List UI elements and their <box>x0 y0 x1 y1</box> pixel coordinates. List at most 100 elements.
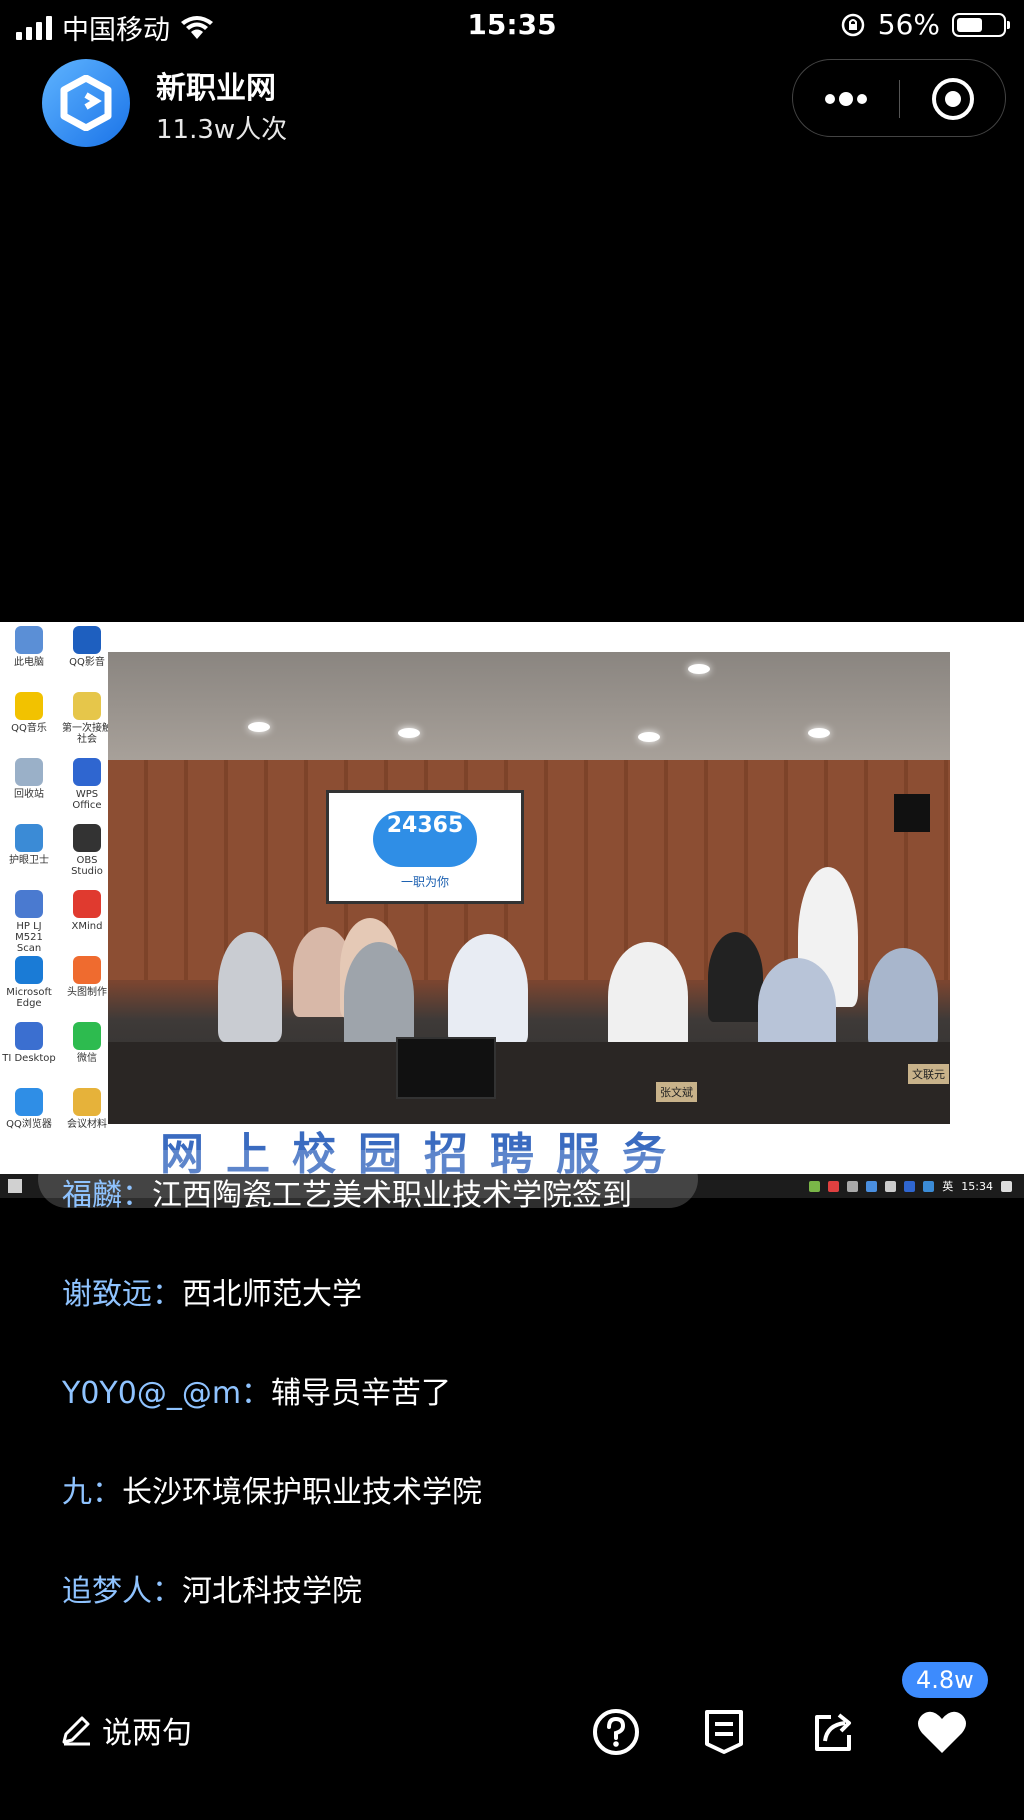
nameplate: 文联元 <box>908 1064 949 1084</box>
notes-button[interactable] <box>694 1702 754 1762</box>
pencil-icon <box>62 1716 90 1746</box>
desktop-icon-label: 头图制作 <box>67 987 107 998</box>
desktop-icon-label: 会议材料 <box>67 1119 107 1130</box>
desktop-icon-label: WPS Office <box>72 789 102 811</box>
desktop-app-icon <box>73 692 101 720</box>
desktop-icon: 微信 <box>60 1022 114 1064</box>
desktop-icon-label: HP LJ M521 Scan <box>15 921 43 954</box>
battery-icon <box>952 12 1010 37</box>
comment-item: Y0Y0@_@m：辅导员辛苦了 <box>62 1368 451 1412</box>
display-slogan: 一职为你 <box>400 875 449 889</box>
notification-icon <box>1001 1180 1012 1192</box>
more-dots-icon <box>825 92 867 106</box>
desktop-app-icon <box>73 890 101 918</box>
desktop-app-icon <box>73 956 101 984</box>
comment-user: Y0Y0@_@m： <box>62 1376 272 1411</box>
comment-input-button[interactable]: 说两句 <box>60 1708 192 1752</box>
desktop-icon: 第一次接触社会 <box>60 692 114 745</box>
desktop-app-icon <box>15 890 43 918</box>
attendee <box>708 932 763 1022</box>
mini-program-header: 新职业网 11.3w人次 <box>0 55 1024 155</box>
conference-table <box>108 1042 950 1124</box>
desktop-icon-label: XMind <box>71 921 103 932</box>
comment-item: 谢致远：西北师范大学 <box>62 1269 362 1313</box>
desktop-icon: 护眼卫士 <box>2 824 56 866</box>
ceiling-light <box>808 728 830 738</box>
desktop-icon: TI Desktop <box>2 1022 56 1064</box>
attendee <box>344 942 414 1052</box>
say-label: 说两句 <box>102 1716 192 1751</box>
hexagon-logo-icon <box>60 75 112 131</box>
rotation-lock-icon <box>841 13 865 36</box>
comment-user: 追梦人： <box>62 1574 182 1609</box>
attendee <box>758 958 836 1054</box>
comment-message: 江西陶瓷工艺美术职业技术学院签到 <box>152 1178 632 1213</box>
help-button[interactable] <box>586 1702 646 1762</box>
share-button[interactable] <box>804 1702 864 1762</box>
desktop-app-icon <box>15 1088 43 1116</box>
ceiling-light <box>398 728 420 738</box>
comment-user: 谢致远： <box>62 1277 182 1312</box>
display-logo-text: 24365 <box>386 813 464 838</box>
close-button[interactable] <box>900 60 1006 138</box>
desktop-icon: 头图制作 <box>60 956 114 998</box>
desktop-icon: WPS Office <box>60 758 114 811</box>
desktop-icon-label: OBS Studio <box>71 855 103 877</box>
desktop-icon-label: 微信 <box>77 1053 97 1064</box>
desktop-icon: OBS Studio <box>60 824 114 877</box>
desktop-app-icon <box>73 758 101 786</box>
tray-icon <box>809 1180 821 1192</box>
desktop-icon: HP LJ M521 Scan <box>2 890 56 954</box>
desktop-app-icon <box>73 626 101 654</box>
wall-speaker <box>894 794 930 832</box>
more-button[interactable] <box>793 60 899 138</box>
tray-clock: 15:34 <box>961 1179 993 1193</box>
page-title: 新职业网 <box>156 71 276 106</box>
desktop-icon-label: 护眼卫士 <box>9 855 49 866</box>
live-video[interactable]: 此电脑 QQ影音 QQ音乐 第一次接触社会回收站 WPS Office 护眼卫士 OBS S… <box>0 622 1024 1198</box>
app-logo[interactable] <box>42 59 130 147</box>
desktop-icon: QQ浏览器 <box>2 1088 56 1130</box>
desktop-icon: Microsoft Edge <box>2 956 56 1009</box>
question-icon <box>593 1709 639 1755</box>
desktop-icon-label: 回收站 <box>14 789 44 800</box>
desktop-icon: 回收站 <box>2 758 56 800</box>
wall-display: 24365 一职为你 <box>326 790 524 904</box>
comment-item: 追梦人：河北科技学院 <box>62 1566 362 1610</box>
capsule-menu <box>792 59 1006 137</box>
tray-language: 英 <box>942 1180 954 1193</box>
desktop-app-icon <box>73 824 101 852</box>
battery-percent: 56% <box>877 8 940 41</box>
desktop-app-icon <box>15 1022 43 1050</box>
tray-icon <box>828 1180 840 1192</box>
heart-icon <box>918 1711 966 1753</box>
status-bar: 中国移动 15:35 56% <box>0 0 1024 50</box>
comment-item: 福麟：江西陶瓷工艺美术职业技术学院签到 <box>62 1170 632 1214</box>
desktop-icon-label: QQ音乐 <box>11 723 47 734</box>
target-close-icon <box>932 78 974 120</box>
desktop-icon: QQ影音 <box>60 626 114 668</box>
status-right: 56% <box>840 8 1010 41</box>
desktop-icon-label: TI Desktop <box>2 1053 56 1064</box>
desktop-icon-label: Microsoft Edge <box>6 987 52 1009</box>
comment-message: 长沙环境保护职业技术学院 <box>122 1475 482 1510</box>
view-count: 11.3w人次 <box>156 115 288 145</box>
desktop-app-icon <box>15 758 43 786</box>
comment-message: 河北科技学院 <box>182 1574 362 1609</box>
note-icon <box>705 1710 743 1754</box>
desktop-app-icon <box>73 1088 101 1116</box>
share-icon <box>815 1713 851 1751</box>
system-tray: 英 15:34 <box>809 1178 1012 1194</box>
comment-user: 福麟： <box>62 1178 152 1213</box>
desktop-icon-label: QQ浏览器 <box>6 1119 52 1130</box>
tray-icon <box>866 1180 878 1192</box>
desktop-icon-label: 此电脑 <box>14 657 44 668</box>
comment-message: 辅导员辛苦了 <box>271 1376 452 1411</box>
comment-item: 九：长沙环境保护职业技术学院 <box>62 1467 482 1511</box>
desktop-icon-grid: 此电脑 QQ影音 QQ音乐 第一次接触社会回收站 WPS Office 护眼卫士 OBS S… <box>0 622 112 1182</box>
comment-message: 西北师范大学 <box>182 1277 362 1312</box>
bottom-action-bar: 说两句 <box>0 1690 1024 1790</box>
attendee <box>868 948 938 1048</box>
attendee <box>218 932 282 1042</box>
like-button[interactable] <box>912 1702 972 1762</box>
